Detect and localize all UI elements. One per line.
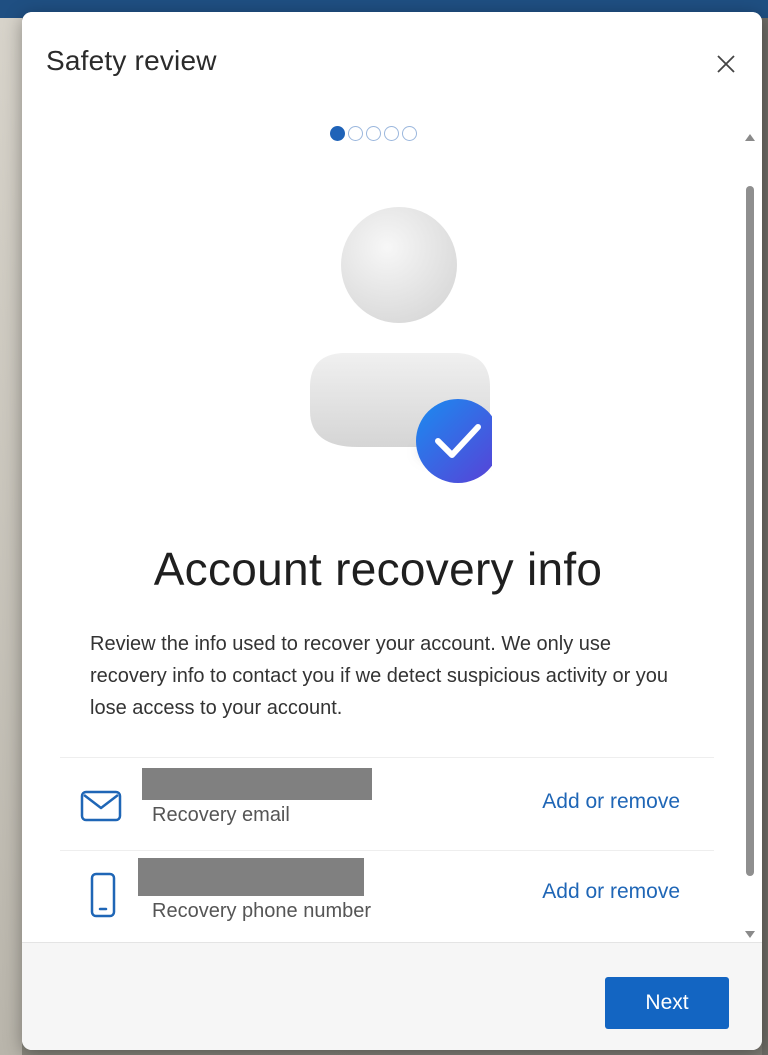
dialog-title: Safety review — [46, 45, 217, 76]
progress-dots — [330, 126, 417, 141]
next-button[interactable]: Next — [605, 977, 729, 1029]
page-description: Review the info used to recover your acc… — [90, 633, 669, 719]
dialog-header: Safety review — [22, 12, 762, 116]
progress-dot — [366, 126, 381, 141]
progress-dot — [402, 126, 417, 141]
phone-icon — [90, 872, 116, 923]
scroll-thumb[interactable] — [746, 186, 754, 876]
progress-dot — [384, 126, 399, 141]
mail-icon — [80, 790, 122, 827]
divider — [60, 757, 714, 758]
scroll-up-arrow[interactable] — [745, 134, 755, 141]
safety-review-dialog: Safety review Account recovery info Revi… — [22, 12, 762, 1050]
recovery-email-row: Recovery email Add or remove — [60, 760, 714, 850]
scroll-down-arrow[interactable] — [745, 931, 755, 938]
dialog-footer: Next — [22, 942, 762, 1050]
close-button[interactable] — [710, 48, 742, 80]
add-or-remove-email-link[interactable]: Add or remove — [542, 790, 680, 814]
add-or-remove-phone-link[interactable]: Add or remove — [542, 880, 680, 904]
background-page-edge-right — [762, 18, 768, 1055]
divider — [60, 850, 714, 851]
recovery-phone-row: Recovery phone number Add or remove — [60, 852, 714, 942]
progress-dot-current — [330, 126, 345, 141]
page-heading: Account recovery info — [153, 543, 603, 595]
redacted-email-value — [142, 768, 372, 800]
redacted-phone-value — [138, 858, 364, 896]
background-page-edge — [0, 18, 22, 1055]
scrollbar[interactable] — [742, 124, 758, 940]
user-check-icon — [310, 207, 500, 483]
recovery-email-label: Recovery email — [152, 804, 290, 826]
close-icon — [717, 55, 735, 73]
account-verified-illustration — [262, 197, 500, 497]
progress-dot — [348, 126, 363, 141]
recovery-phone-label: Recovery phone number — [152, 900, 372, 922]
